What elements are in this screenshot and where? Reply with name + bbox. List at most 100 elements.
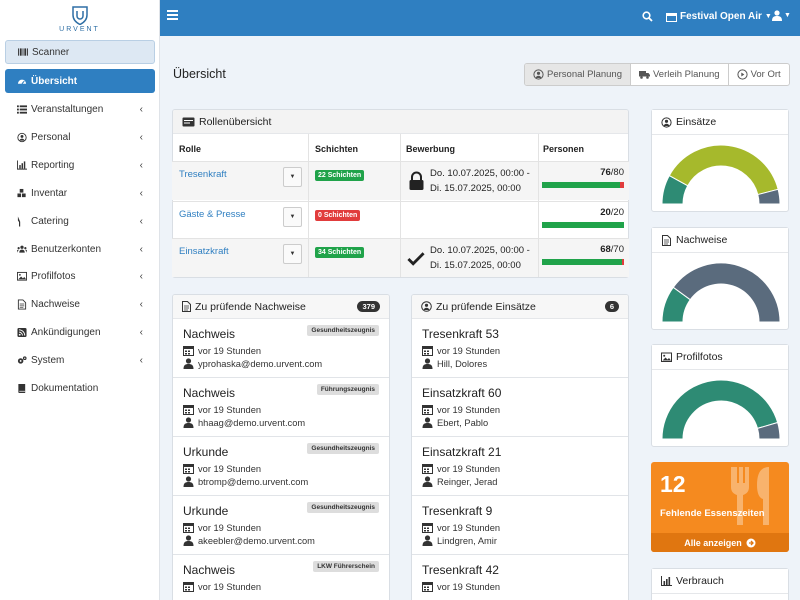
- assignment-person: Reinger, Jerad: [437, 476, 498, 487]
- hamburger-menu-icon[interactable]: [167, 10, 178, 20]
- document-list-item[interactable]: Nachweis Führungszeugnis vor 19 Stunden hha…: [173, 378, 389, 437]
- logo[interactable]: URVENT: [0, 0, 159, 38]
- book-icon: [17, 383, 27, 394]
- sidebar: URVENT Scanner Übersicht Veranstaltungen ‹ P…: [0, 0, 160, 600]
- image-icon: [17, 271, 27, 282]
- sidebar-item-scanner[interactable]: Scanner: [5, 40, 155, 64]
- bar-chart-icon: [17, 160, 27, 171]
- cubes-icon: [17, 188, 27, 199]
- sidebar-item-uebersicht[interactable]: Übersicht: [5, 69, 155, 93]
- show-all-link[interactable]: Alle anzeigen: [651, 533, 789, 552]
- calendar-icon: [183, 404, 194, 415]
- application-end: Di. 15.07.2025, 00:00: [430, 260, 521, 271]
- document-list-item[interactable]: Urkunde Gesundheitszeugnis vor 19 Stunden a…: [173, 496, 389, 555]
- sidebar-item-label: Dokumentation: [31, 382, 99, 394]
- role-dropdown-button[interactable]: ▼: [283, 244, 302, 264]
- roles-title: Rollenübersicht: [199, 115, 272, 128]
- sidebar-item-profilfotos[interactable]: Profilfotos ‹: [5, 264, 155, 288]
- document-type-badge: Gesundheitszeugnis: [307, 443, 379, 454]
- user-icon: [183, 535, 194, 546]
- rss-icon: [17, 327, 27, 338]
- document-time: vor 19 Stunden: [198, 345, 262, 356]
- user-icon: [422, 535, 433, 546]
- sidebar-item-nachweise[interactable]: Nachweise ‹: [5, 292, 155, 316]
- document-email: yprohaska@demo.urvent.com: [198, 358, 323, 369]
- assignment-list-item[interactable]: Tresenkraft 53 vor 19 Stunden Hill, Dolore…: [412, 319, 628, 378]
- role-link[interactable]: Tresenkraft: [179, 169, 227, 180]
- user-circle-icon: [421, 301, 432, 312]
- gauge-title: Nachweise: [676, 234, 728, 246]
- assignment-list-item[interactable]: Tresenkraft 42 vor 19 Stunden: [412, 555, 628, 600]
- role-dropdown-button[interactable]: ▼: [283, 207, 302, 227]
- search-icon[interactable]: [642, 11, 653, 25]
- persons-progress-bar: [542, 222, 624, 228]
- sidebar-item-veranstaltungen[interactable]: Veranstaltungen ‹: [5, 97, 155, 121]
- assignment-list-item[interactable]: Einsatzkraft 21 vor 19 Stunden Reinger, Je…: [412, 437, 628, 496]
- sidebar-item-ankuendigungen[interactable]: Ankündigungen ‹: [5, 320, 155, 344]
- user-icon: [422, 417, 433, 428]
- on-site-button[interactable]: Vor Ort: [729, 64, 789, 85]
- event-selector[interactable]: Festival Open Air ▼: [666, 11, 772, 22]
- sidebar-item-label: Veranstaltungen: [31, 103, 104, 115]
- persons-total: /70: [610, 244, 624, 255]
- col-divider: [308, 134, 309, 277]
- user-icon: [422, 476, 433, 487]
- page-title: Übersicht: [173, 67, 226, 81]
- missing-meal-label: Fehlende Essenszeiten: [660, 508, 765, 519]
- user-icon: [422, 358, 433, 369]
- document-list-item[interactable]: Nachweis LKW Führerschein vor 19 Stunden: [173, 555, 389, 600]
- persons-filled: 68: [600, 244, 611, 255]
- role-link[interactable]: Einsatzkraft: [179, 246, 229, 257]
- caret-down-icon: ▼: [289, 214, 296, 220]
- calendar-icon: [422, 345, 433, 356]
- logo-shield-icon: [71, 5, 88, 25]
- cutlery-icon: [17, 216, 27, 227]
- assignment-title: Tresenkraft 42: [422, 563, 499, 577]
- col-header-rolle: Rolle: [179, 144, 202, 154]
- tachometer-icon: [17, 76, 27, 87]
- document-list-item[interactable]: Nachweis Gesundheitszeugnis vor 19 Stunden…: [173, 319, 389, 378]
- event-name: Festival Open Air: [680, 11, 762, 22]
- sidebar-item-personal[interactable]: Personal ‹: [5, 125, 155, 149]
- file-icon: [182, 301, 191, 312]
- consumption-card: Verbrauch: [651, 568, 789, 600]
- rental-planning-button[interactable]: Verleih Planung: [631, 64, 729, 85]
- sidebar-item-reporting[interactable]: Reporting ‹: [5, 153, 155, 177]
- personal-planning-button[interactable]: Personal Planung: [525, 64, 631, 85]
- assignment-list-item[interactable]: Einsatzkraft 60 vor 19 Stunden Ebert, Pabl…: [412, 378, 628, 437]
- user-menu[interactable]: ▼: [772, 10, 791, 21]
- caret-down-icon: ▼: [764, 13, 772, 20]
- sidebar-item-label: Reporting: [31, 159, 75, 171]
- sidebar-item-catering[interactable]: Catering ‹: [5, 209, 155, 233]
- sidebar-item-system[interactable]: System ‹: [5, 348, 155, 372]
- chevron-left-icon: ‹: [139, 243, 143, 255]
- missing-meal-times-card: 12 Fehlende Essenszeiten Alle anzeigen: [651, 462, 789, 552]
- gauge-title: Profilfotos: [676, 351, 723, 363]
- assignment-list-item[interactable]: Tresenkraft 9 vor 19 Stunden Lindgren, Ami…: [412, 496, 628, 555]
- pending-documents-title: Zu prüfende Nachweise: [195, 300, 306, 313]
- role-link[interactable]: Gäste & Presse: [179, 209, 246, 220]
- sidebar-item-benutzerkonten[interactable]: Benutzerkonten ‹: [5, 237, 155, 261]
- role-dropdown-button[interactable]: ▼: [283, 167, 302, 187]
- view-button-label: Vor Ort: [750, 69, 781, 80]
- persons-progress-bar: [542, 182, 624, 188]
- list-icon: [17, 104, 27, 115]
- assignment-title: Einsatzkraft 60: [422, 386, 502, 400]
- col-header-personen: Personen: [543, 144, 585, 154]
- pending-assignments-count: 6: [604, 301, 619, 312]
- document-list-item[interactable]: Urkunde Gesundheitszeugnis vor 19 Stunden b…: [173, 437, 389, 496]
- user-icon: [183, 417, 194, 428]
- document-time: vor 19 Stunden: [198, 522, 262, 533]
- sidebar-item-label: Nachweise: [31, 298, 80, 310]
- sidebar-item-inventar[interactable]: Inventar ‹: [5, 181, 155, 205]
- assignment-person: Hill, Dolores: [437, 358, 488, 369]
- gauge-chart: [661, 379, 781, 440]
- persons-total: /80: [610, 167, 624, 178]
- user-icon: [183, 476, 194, 487]
- user-icon: [772, 10, 782, 21]
- check-icon: [407, 251, 425, 266]
- gauge-chart: [661, 144, 781, 205]
- view-button-group: Personal Planung Verleih Planung Vor Ort: [524, 63, 790, 86]
- caret-down-icon: ▼: [784, 12, 791, 19]
- sidebar-item-dokumentation[interactable]: Dokumentation: [5, 376, 155, 400]
